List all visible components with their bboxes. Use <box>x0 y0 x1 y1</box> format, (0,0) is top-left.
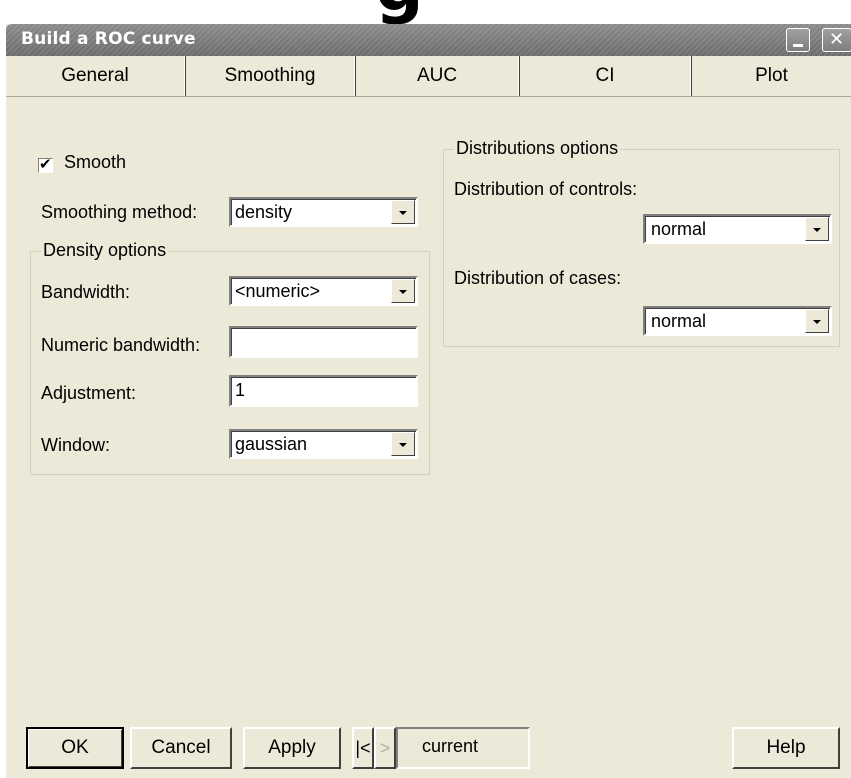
chevron-down-icon[interactable] <box>805 309 829 333</box>
bandwidth-select[interactable]: <numeric> <box>229 276 418 306</box>
background-strip: g <box>0 0 851 24</box>
smoothing-method-label: Smoothing method: <box>41 202 198 222</box>
roc-dialog-window: Build a ROC curve ✕ General Smoothing AU… <box>6 24 851 778</box>
apply-button[interactable]: Apply <box>243 727 341 769</box>
chevron-down-icon[interactable] <box>805 217 829 241</box>
distributions-options-title: Distributions options <box>454 138 621 159</box>
distribution-controls-value: normal <box>651 219 707 239</box>
bandwidth-value: <numeric> <box>235 281 321 301</box>
numeric-bandwidth-label: Numeric bandwidth: <box>41 335 201 355</box>
chevron-down-icon[interactable] <box>391 279 415 303</box>
distribution-controls-select[interactable]: normal <box>643 214 832 244</box>
dialog-footer: OK Cancel Apply |< > current Help <box>6 707 851 778</box>
distribution-cases-label: Distribution of cases: <box>454 268 622 288</box>
window-label: Window: <box>41 435 111 455</box>
close-button[interactable]: ✕ <box>822 28 851 52</box>
distribution-controls-label: Distribution of controls: <box>454 179 638 199</box>
tab-smoothing[interactable]: Smoothing <box>186 56 354 96</box>
cancel-button[interactable]: Cancel <box>130 727 232 769</box>
background-text-fragment: g <box>375 0 424 24</box>
tab-plot[interactable]: Plot <box>692 56 851 96</box>
distribution-cases-value: normal <box>651 311 707 331</box>
numeric-bandwidth-input[interactable] <box>229 326 418 358</box>
window-select[interactable]: gaussian <box>229 429 418 459</box>
title-bar[interactable]: Build a ROC curve ✕ <box>6 24 851 56</box>
help-button[interactable]: Help <box>732 727 840 769</box>
tab-bar: General Smoothing AUC CI Plot <box>6 56 851 97</box>
adjustment-label: Adjustment: <box>41 383 137 403</box>
window-title: Build a ROC curve <box>21 29 196 49</box>
chevron-down-icon[interactable] <box>391 200 415 224</box>
checkmark-icon: ✔ <box>39 155 52 173</box>
distribution-cases-select[interactable]: normal <box>643 306 832 336</box>
bandwidth-label: Bandwidth: <box>41 282 131 302</box>
adjustment-value: 1 <box>235 380 246 400</box>
minimize-icon <box>793 44 803 47</box>
smoothing-method-value: density <box>235 202 293 222</box>
tab-auc[interactable]: AUC <box>356 56 518 96</box>
tab-ci[interactable]: CI <box>520 56 690 96</box>
current-record-field[interactable]: current <box>396 727 530 769</box>
smooth-checkbox[interactable]: ✔ <box>38 155 53 173</box>
smoothing-method-select[interactable]: density <box>229 197 418 227</box>
next-record-button[interactable]: > <box>374 727 396 769</box>
window-value: gaussian <box>235 434 308 454</box>
minimize-button[interactable] <box>786 28 810 52</box>
first-record-button[interactable]: |< <box>352 727 374 769</box>
close-icon: ✕ <box>829 29 845 50</box>
density-options-title: Density options <box>41 240 169 261</box>
smoothing-tab-panel: ✔ Smooth Smoothing method: density Densi… <box>6 97 851 707</box>
smooth-label[interactable]: Smooth <box>64 152 126 173</box>
ok-button[interactable]: OK <box>26 727 124 769</box>
adjustment-input[interactable]: 1 <box>229 375 418 407</box>
chevron-down-icon[interactable] <box>391 432 415 456</box>
tab-general[interactable]: General <box>6 56 184 96</box>
